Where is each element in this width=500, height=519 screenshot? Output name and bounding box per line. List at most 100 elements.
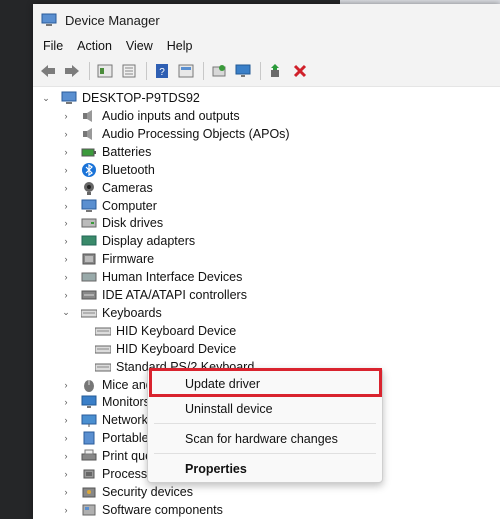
add-legacy-hardware-icon[interactable] [210, 62, 228, 80]
chevron-right-icon[interactable]: › [61, 201, 71, 211]
tree-item-label: HID Keyboard Device [116, 341, 237, 356]
window-title: Device Manager [65, 12, 160, 28]
tree-device-item[interactable]: HID Keyboard Device [95, 322, 236, 340]
svg-text:?: ? [159, 67, 165, 78]
toolbar-divider [89, 62, 90, 80]
keyboard-icon [95, 345, 111, 354]
tree-item-label: Software components [102, 502, 223, 517]
tree-item-label: HID Keyboard Device [116, 323, 237, 338]
tree-item-label: Keyboards [102, 305, 162, 320]
chevron-right-icon[interactable]: › [61, 218, 71, 228]
speaker-icon [83, 110, 92, 122]
chevron-right-icon[interactable]: › [61, 397, 71, 407]
display-icon [81, 235, 97, 246]
tree-category-item[interactable]: › Computer [61, 197, 157, 215]
tree-category-item[interactable]: › Batteries [61, 143, 152, 161]
menu-view[interactable]: View [126, 39, 153, 53]
chevron-right-icon[interactable]: › [61, 236, 71, 246]
chevron-right-icon[interactable]: › [61, 505, 71, 515]
tree-item-label: Disk drives [102, 216, 164, 231]
chevron-right-icon[interactable]: › [61, 272, 71, 282]
bluetooth-icon [82, 162, 96, 177]
mouse-icon [84, 379, 94, 392]
menu-item-scan-hardware[interactable]: Scan for hardware changes [185, 432, 338, 446]
update-list-icon[interactable] [120, 62, 138, 80]
tree-item-label: Display adapters [102, 234, 196, 249]
chevron-right-icon[interactable]: › [61, 451, 71, 461]
toolbar-divider [146, 62, 147, 80]
tree-item-label: Audio inputs and outputs [102, 109, 240, 123]
tree-item-label: Audio Processing Objects (APOs) [102, 126, 290, 141]
tree-category-item[interactable]: › Security devices [61, 483, 194, 501]
menu-file[interactable]: File [43, 39, 63, 53]
tree-category-item[interactable]: › Audio Processing Objects (APOs) [61, 125, 290, 143]
monitor-icon [81, 395, 97, 409]
chevron-right-icon[interactable]: › [61, 415, 71, 425]
menu-item-properties[interactable]: Properties [185, 462, 247, 476]
tree-category-item[interactable]: ⌄ Keyboards [61, 304, 162, 322]
chevron-down-icon[interactable]: ⌄ [41, 93, 51, 103]
network-icon [81, 414, 97, 428]
tree-item-label: Monitors [102, 395, 150, 410]
tree-category-item[interactable]: › IDE ATA/ATAPI controllers [61, 286, 247, 304]
chevron-down-icon[interactable]: ⌄ [61, 307, 71, 318]
update-driver-highlight-box [149, 368, 382, 397]
menu-help[interactable]: Help [167, 39, 193, 53]
properties-icon[interactable] [96, 62, 114, 80]
help-icon[interactable]: ? [153, 62, 171, 80]
tree-category-item[interactable]: › Disk drives [61, 214, 164, 232]
chevron-right-icon[interactable]: › [61, 380, 71, 390]
back-arrow-icon[interactable] [39, 62, 57, 80]
tree-category-item[interactable]: › Monitors [61, 393, 150, 411]
tree-item-label: Bluetooth [102, 162, 155, 177]
tree-category-item[interactable]: › Cameras [61, 179, 153, 197]
uninstall-device-icon[interactable] [291, 62, 309, 80]
keyboard-icon [81, 309, 97, 318]
monitor-icon[interactable] [234, 62, 252, 80]
computer-icon [61, 91, 77, 104]
speaker-icon [83, 127, 92, 140]
tree-device-item[interactable]: HID Keyboard Device [95, 340, 236, 358]
tree-root[interactable]: ⌄ DESKTOP-P9TDS92 [41, 89, 200, 107]
tree-category-item[interactable]: › Display adapters [61, 232, 196, 250]
tree-category-item[interactable]: › Firmware [61, 250, 155, 268]
keyboard-icon [95, 363, 111, 372]
tree-category-item[interactable]: › Bluetooth [61, 161, 155, 179]
chevron-right-icon[interactable]: › [61, 433, 71, 443]
chevron-right-icon[interactable]: › [61, 469, 71, 479]
battery-icon [81, 148, 96, 157]
menu-bar: File Action View Help [33, 36, 500, 56]
tree-item-label: Batteries [102, 144, 152, 159]
printer-icon [81, 449, 97, 461]
enable-device-icon[interactable] [267, 62, 285, 80]
forward-arrow-icon[interactable] [63, 62, 81, 80]
chevron-right-icon[interactable]: › [61, 183, 71, 193]
chevron-right-icon[interactable]: › [61, 147, 71, 157]
tree-category-item[interactable]: › Audio inputs and outputs [61, 107, 240, 125]
menu-item-uninstall-device[interactable]: Uninstall device [185, 402, 273, 416]
chevron-right-icon[interactable]: › [61, 290, 71, 300]
chevron-right-icon[interactable]: › [61, 165, 71, 175]
chevron-right-icon[interactable]: › [61, 111, 71, 121]
menu-action[interactable]: Action [77, 39, 112, 53]
camera-icon [84, 181, 94, 195]
chevron-right-icon[interactable]: › [61, 254, 71, 264]
tree-item-label: Firmware [102, 252, 155, 267]
device-view-icon[interactable] [177, 62, 195, 80]
tree-item-label: Mice and [102, 377, 153, 392]
tree-category-item[interactable]: › Human Interface Devices [61, 268, 243, 286]
tree-category-item[interactable]: › Network a [61, 411, 158, 429]
tree-item-label: Human Interface Devices [102, 270, 243, 285]
chevron-right-icon[interactable]: › [61, 129, 71, 139]
tree-category-item[interactable]: › Print queu [61, 447, 159, 465]
processor-icon [83, 469, 95, 479]
device-manager-app-icon [41, 13, 57, 26]
tree-category-item[interactable]: › Mice and [61, 376, 153, 394]
tree-category-item[interactable]: › Processor [61, 465, 159, 483]
tree-item-label: Computer [102, 198, 157, 213]
menu-divider [154, 423, 376, 424]
chevron-right-icon[interactable]: › [61, 487, 71, 497]
tree-category-item[interactable]: › Software components [61, 501, 223, 519]
security-icon [82, 487, 96, 498]
toolbar-divider [260, 62, 261, 80]
